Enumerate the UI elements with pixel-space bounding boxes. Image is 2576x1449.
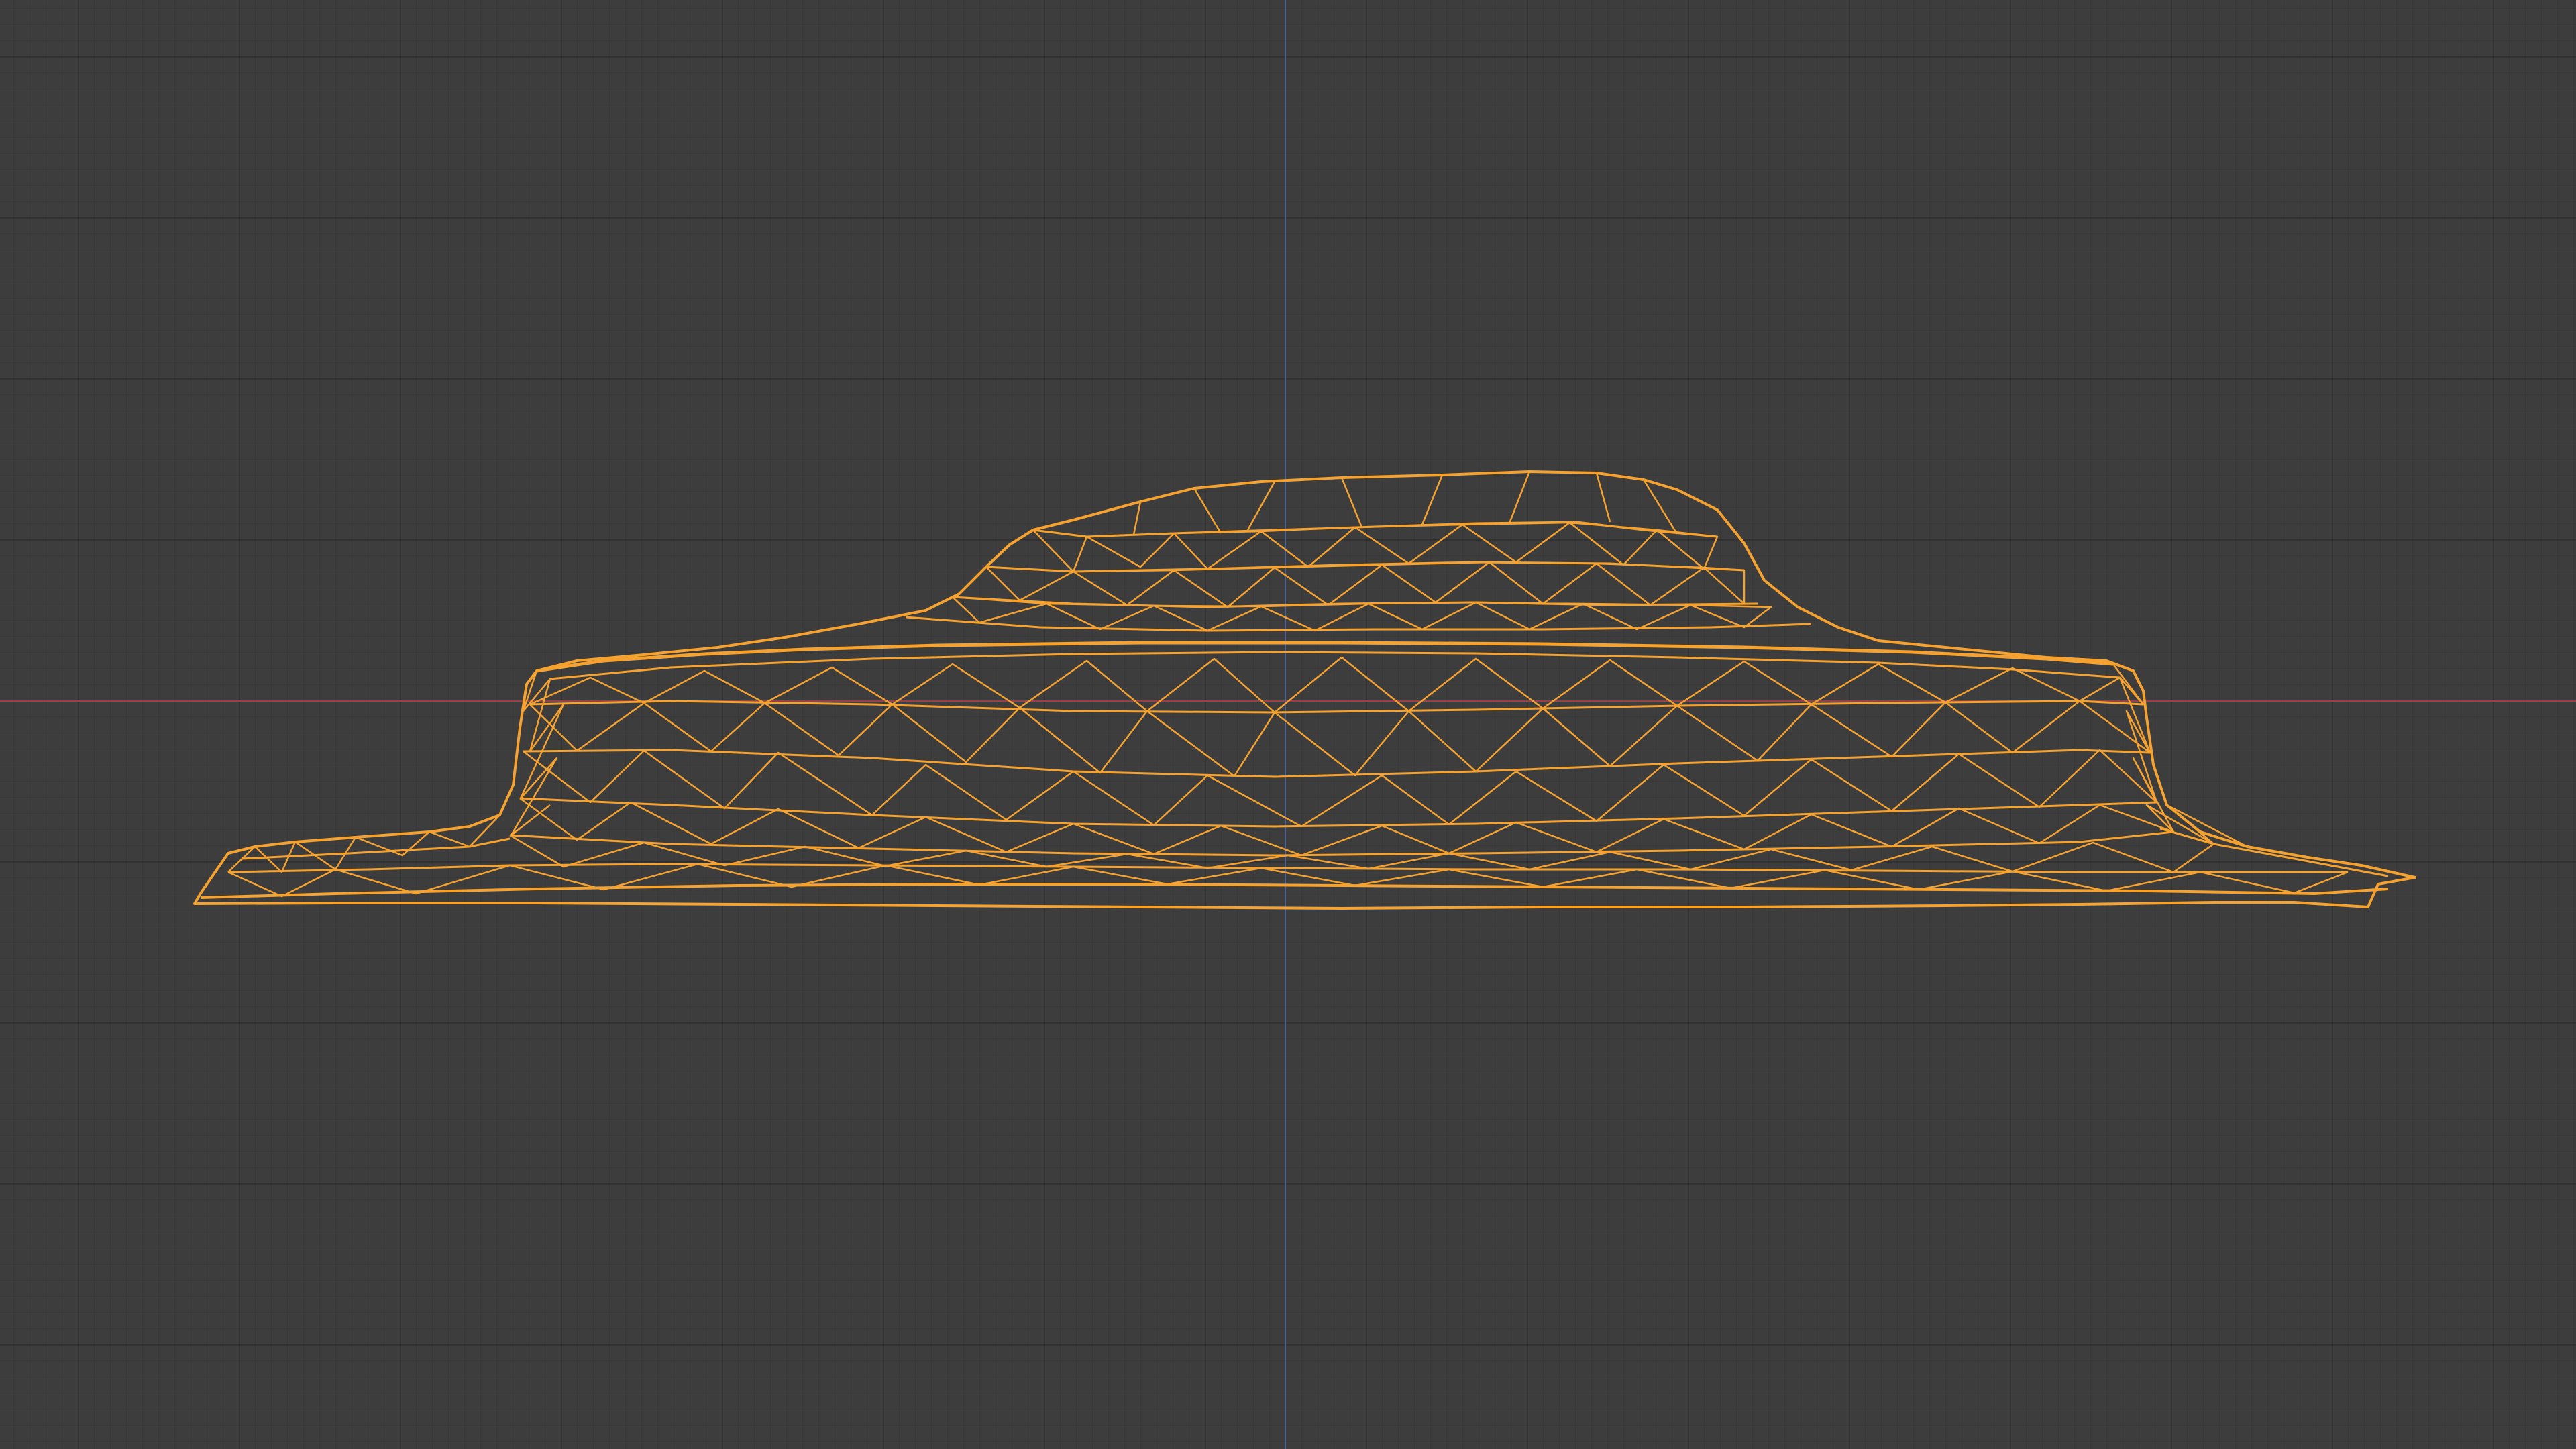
mesh-beltline-2 — [549, 651, 2121, 680]
mesh-end-caps — [227, 663, 2248, 873]
mesh-silhouette — [193, 470, 2416, 910]
mesh-beltline — [536, 641, 2114, 673]
car-wireframe-mesh[interactable] — [0, 0, 2576, 1449]
mesh-cabin-triangles — [951, 471, 1772, 632]
mesh-skirt — [201, 883, 2389, 899]
mesh-wire-group — [193, 470, 2416, 910]
3d-viewport[interactable] — [0, 0, 2576, 1449]
